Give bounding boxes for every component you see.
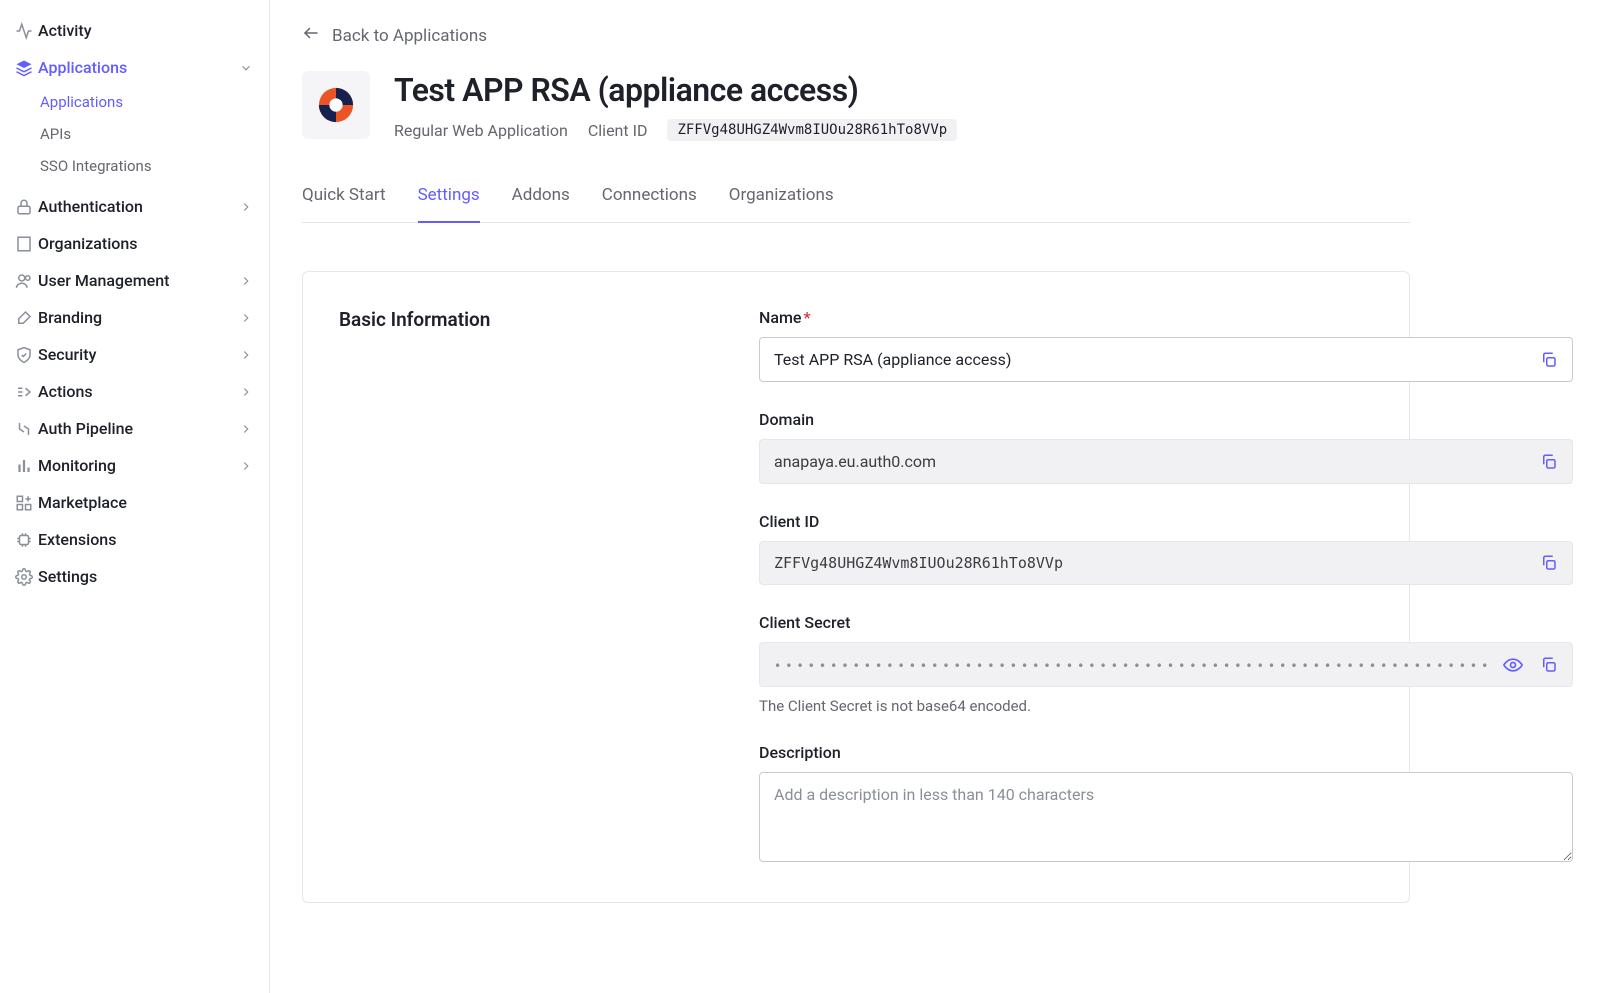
sidebar-item-label: Activity	[38, 21, 253, 40]
basic-information-panel: Basic Information Name*	[302, 271, 1410, 903]
sidebar-item-security[interactable]: Security	[0, 336, 269, 373]
sidebar: ActivityApplicationsApplicationsAPIsSSO …	[0, 0, 270, 993]
chevron-right-icon	[239, 274, 253, 288]
chip-icon	[10, 531, 38, 549]
sidebar-subitem-apis[interactable]: APIs	[40, 118, 269, 150]
chevron-down-icon	[239, 61, 253, 75]
required-indicator: *	[803, 308, 810, 327]
client-secret-helper: The Client Secret is not base64 encoded.	[759, 697, 1573, 715]
section-title: Basic Information	[339, 308, 759, 331]
field-domain: Domain	[759, 410, 1573, 484]
page-title: Test APP RSA (appliance access)	[394, 71, 957, 109]
tabs: Quick Start Settings Addons Connections Orga…	[302, 181, 1410, 223]
tab-organizations[interactable]: Organizations	[729, 181, 834, 223]
sidebar-item-organizations[interactable]: Organizations	[0, 225, 269, 262]
sidebar-item-applications[interactable]: Applications	[0, 49, 269, 86]
chevron-right-icon	[239, 311, 253, 325]
chevron-right-icon	[239, 459, 253, 473]
sidebar-item-user-management[interactable]: User Management	[0, 262, 269, 299]
copy-icon[interactable]	[1533, 649, 1565, 681]
sidebar-item-label: Marketplace	[38, 493, 253, 512]
sidebar-item-label: Authentication	[38, 197, 239, 216]
field-name: Name*	[759, 308, 1573, 382]
tab-addons[interactable]: Addons	[512, 181, 570, 223]
sidebar-item-label: Extensions	[38, 530, 253, 549]
sidebar-item-auth-pipeline[interactable]: Auth Pipeline	[0, 410, 269, 447]
sidebar-item-label: Auth Pipeline	[38, 419, 239, 438]
sidebar-item-authentication[interactable]: Authentication	[0, 188, 269, 225]
copy-icon[interactable]	[1533, 547, 1565, 579]
sidebar-item-label: Settings	[38, 567, 253, 586]
sidebar-item-activity[interactable]: Activity	[0, 12, 269, 49]
sidebar-item-label: Security	[38, 345, 239, 364]
client-id-field-label: Client ID	[759, 512, 1573, 531]
field-client-secret: Client Secret ••••••••••••••••••••••••••…	[759, 613, 1573, 715]
building-icon	[10, 235, 38, 253]
sidebar-item-label: Organizations	[38, 234, 253, 253]
pipeline-icon	[10, 420, 38, 438]
brush-icon	[10, 309, 38, 327]
actions-icon	[10, 383, 38, 401]
client-id-value: ZFFVg48UHGZ4Wvm8IUOu28R61hTo8VVp	[677, 122, 947, 138]
sidebar-item-monitoring[interactable]: Monitoring	[0, 447, 269, 484]
gear-icon	[10, 568, 38, 586]
sidebar-item-label: User Management	[38, 271, 239, 290]
arrow-left-icon	[302, 24, 320, 47]
back-to-applications-link[interactable]: Back to Applications	[302, 24, 487, 47]
app-header: Test APP RSA (appliance access) Regular …	[302, 71, 1410, 141]
name-label: Name	[759, 308, 801, 327]
chevron-right-icon	[239, 348, 253, 362]
users-icon	[10, 272, 38, 290]
copy-icon[interactable]	[1533, 344, 1565, 376]
client-id-chip[interactable]: ZFFVg48UHGZ4Wvm8IUOu28R61hTo8VVp	[667, 119, 957, 141]
description-label: Description	[759, 743, 1573, 762]
domain-input	[759, 439, 1573, 484]
description-textarea[interactable]	[759, 772, 1573, 862]
sidebar-subitem-sso-integrations[interactable]: SSO Integrations	[40, 150, 269, 182]
tab-quick-start[interactable]: Quick Start	[302, 181, 386, 223]
sidebar-item-extensions[interactable]: Extensions	[0, 521, 269, 558]
shield-icon	[10, 346, 38, 364]
tab-settings[interactable]: Settings	[418, 181, 480, 223]
sidebar-item-marketplace[interactable]: Marketplace	[0, 484, 269, 521]
domain-label: Domain	[759, 410, 1573, 429]
layers-icon	[10, 59, 38, 77]
main-content: Back to Applications Test APP RSA (appli…	[270, 0, 1610, 993]
sidebar-item-label: Branding	[38, 308, 239, 327]
eye-icon[interactable]	[1497, 649, 1529, 681]
sidebar-item-label: Monitoring	[38, 456, 239, 475]
copy-icon[interactable]	[1533, 446, 1565, 478]
lock-icon	[10, 198, 38, 216]
chevron-right-icon	[239, 200, 253, 214]
client-id-label: Client ID	[588, 121, 648, 140]
sidebar-item-branding[interactable]: Branding	[0, 299, 269, 336]
chevron-right-icon	[239, 422, 253, 436]
app-logo	[302, 71, 370, 139]
bars-icon	[10, 457, 38, 475]
sidebar-subitem-applications[interactable]: Applications	[40, 86, 269, 118]
client-secret-label: Client Secret	[759, 613, 1573, 632]
back-link-label: Back to Applications	[332, 26, 487, 46]
client-secret-masked: ••••••••••••••••••••••••••••••••••••••••…	[774, 659, 1492, 673]
sidebar-item-label: Actions	[38, 382, 239, 401]
sidebar-item-actions[interactable]: Actions	[0, 373, 269, 410]
sidebar-item-label: Applications	[38, 58, 239, 77]
tab-connections[interactable]: Connections	[602, 181, 697, 223]
sidebar-item-settings[interactable]: Settings	[0, 558, 269, 595]
field-description: Description	[759, 743, 1573, 866]
activity-icon	[10, 22, 38, 40]
chevron-right-icon	[239, 385, 253, 399]
app-type-label: Regular Web Application	[394, 121, 568, 140]
client-id-input	[759, 541, 1573, 585]
name-input[interactable]	[759, 337, 1573, 382]
grid-add-icon	[10, 494, 38, 512]
field-client-id: Client ID	[759, 512, 1573, 585]
